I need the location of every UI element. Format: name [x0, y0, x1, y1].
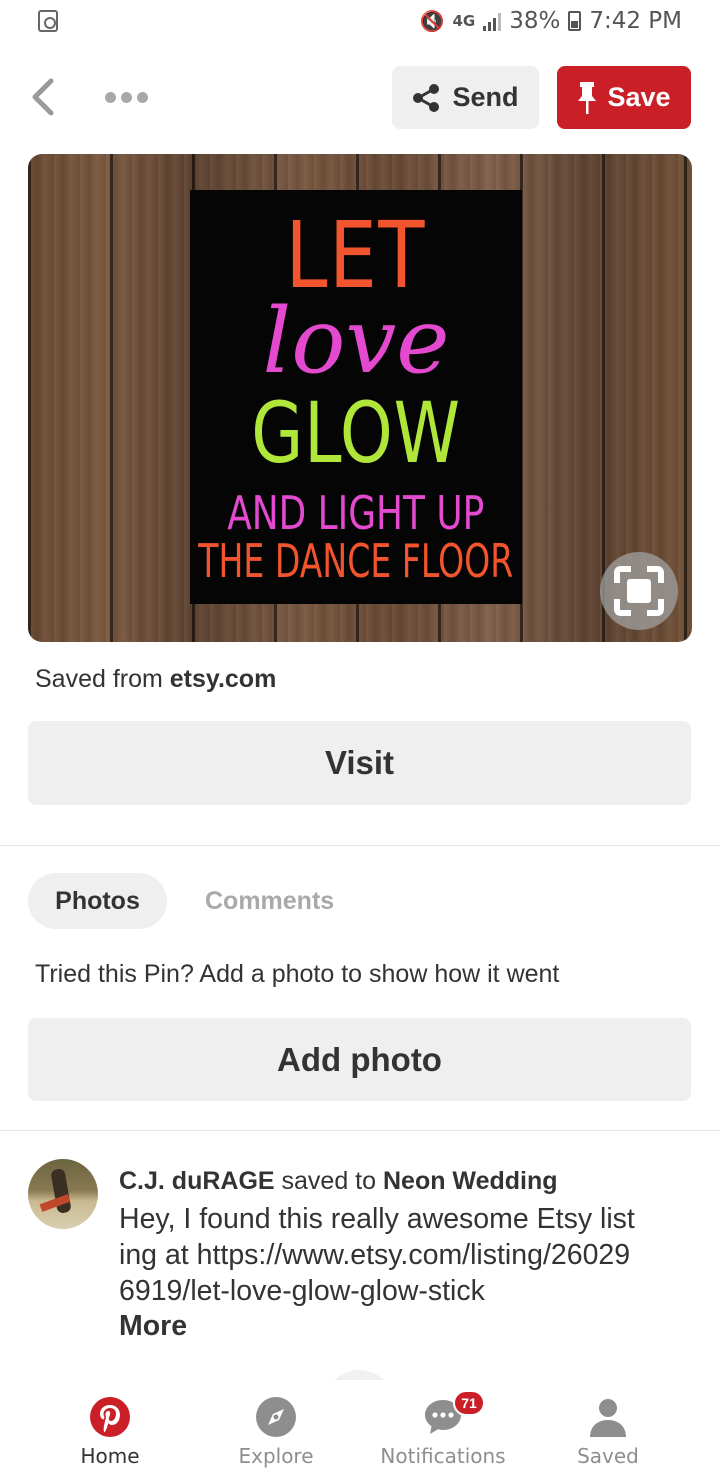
- person-icon: [590, 1399, 626, 1437]
- save-button[interactable]: Save: [557, 66, 691, 129]
- nav-notifications[interactable]: 71 Notifications: [378, 1390, 508, 1468]
- board-name-link[interactable]: Neon Wedding: [383, 1167, 558, 1195]
- source-domain-link[interactable]: etsy.com: [170, 665, 277, 693]
- dot-icon: [104, 91, 116, 103]
- dot-icon: [136, 91, 148, 103]
- poster-line-love: love: [262, 289, 450, 394]
- nav-home-label: Home: [80, 1444, 140, 1468]
- tab-photos[interactable]: Photos: [28, 873, 167, 929]
- tab-comments[interactable]: Comments: [205, 873, 334, 929]
- visual-search-button[interactable]: [600, 552, 678, 630]
- pinterest-logo-icon: [90, 1397, 130, 1437]
- status-bar: 🔇 4G 38% 7:42 PM: [0, 0, 720, 42]
- poster-line-and-light-up: AND LIGHT UP: [227, 486, 485, 540]
- poster-line-dance-floor: THE DANCE FLOOR: [198, 534, 514, 588]
- saved-from-prefix: Saved from: [35, 665, 170, 693]
- mute-vibrate-icon: 🔇: [419, 9, 445, 33]
- pin-detail-screen: 🔇 4G 38% 7:42 PM Send Save LET love GLOW…: [0, 0, 720, 1480]
- signal-strength-icon: [483, 11, 502, 31]
- neon-sign-poster: LET love GLOW AND LIGHT UP THE DANCE FLO…: [190, 190, 522, 604]
- user-name-link[interactable]: C.J. duRAGE: [119, 1167, 275, 1195]
- add-photo-button[interactable]: Add photo: [28, 1018, 691, 1101]
- send-label: Send: [452, 82, 519, 112]
- poster-line-let: LET: [285, 202, 427, 309]
- nav-saved[interactable]: Saved: [566, 1396, 650, 1468]
- pin-image[interactable]: LET love GLOW AND LIGHT UP THE DANCE FLO…: [28, 154, 692, 642]
- nav-saved-label: Saved: [577, 1444, 639, 1468]
- app-notification-icon: [38, 10, 58, 32]
- avatar[interactable]: [28, 1159, 98, 1229]
- activity-action: saved to: [274, 1167, 383, 1195]
- battery-icon: [568, 11, 582, 31]
- section-divider: [0, 1130, 720, 1131]
- section-divider: [0, 845, 720, 846]
- more-link[interactable]: More: [119, 1310, 187, 1343]
- save-label: Save: [607, 82, 671, 112]
- network-type: 4G: [452, 12, 476, 30]
- back-button[interactable]: [22, 72, 62, 122]
- nav-explore[interactable]: Explore: [228, 1396, 324, 1468]
- bottom-navigation: Home Explore 71 Notifications Saved: [0, 1380, 720, 1480]
- compass-icon: [256, 1397, 296, 1437]
- tried-this-pin-prompt: Tried this Pin? Add a photo to show how …: [35, 960, 560, 988]
- pin-description: Hey, I found this really awesome Etsy li…: [119, 1203, 635, 1307]
- saved-from-text: Saved from etsy.com: [35, 665, 276, 694]
- send-button[interactable]: Send: [392, 66, 539, 129]
- poster-line-glow: GLOW: [251, 384, 461, 482]
- visit-button[interactable]: Visit: [28, 721, 691, 805]
- chevron-left-icon: [32, 78, 54, 116]
- notification-badge: 71: [453, 1390, 485, 1416]
- visual-search-icon: [614, 566, 664, 616]
- nav-explore-label: Explore: [238, 1444, 314, 1468]
- clock: 7:42 PM: [589, 8, 682, 34]
- pushpin-icon: [578, 81, 597, 114]
- nav-home[interactable]: Home: [68, 1396, 152, 1468]
- nav-notifications-label: Notifications: [380, 1444, 506, 1468]
- share-icon: [413, 83, 440, 112]
- battery-percent: 38%: [509, 8, 561, 34]
- more-options-button[interactable]: [100, 82, 152, 112]
- pin-action-bar: Send Save: [0, 62, 720, 132]
- dot-icon: [120, 91, 132, 103]
- activity-attribution: C.J. duRAGE saved to Neon Wedding: [119, 1167, 558, 1196]
